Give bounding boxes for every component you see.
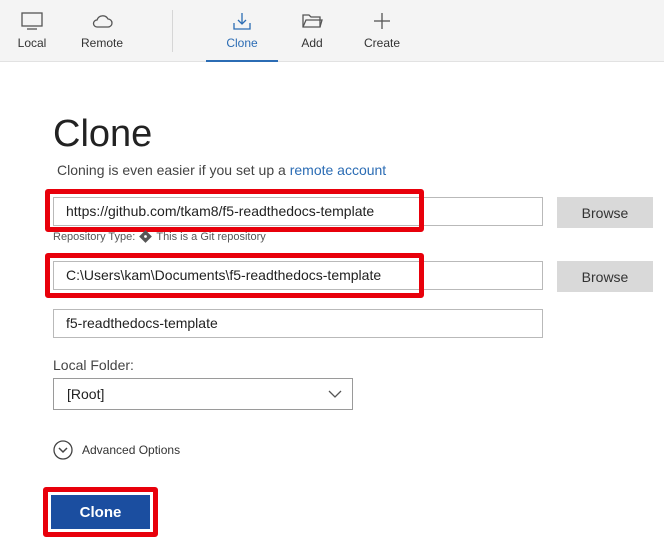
destination-path-field[interactable]: C:\Users\kam\Documents\f5-readthedocs-te… xyxy=(53,261,543,290)
tab-remote-label: Remote xyxy=(80,36,124,50)
tab-remote[interactable]: Remote xyxy=(70,0,134,62)
source-url-field[interactable]: https://github.com/tkam8/f5-readthedocs-… xyxy=(53,197,543,226)
cloud-icon xyxy=(92,15,113,28)
repo-type-value: This is a Git repository xyxy=(156,230,266,243)
chevron-circle-icon xyxy=(53,440,73,460)
tab-local[interactable]: Local xyxy=(0,0,64,62)
local-folder-label: Local Folder: xyxy=(53,357,134,373)
repository-type-hint: Repository Type: This is a Git repositor… xyxy=(53,230,266,243)
browse-destination-button[interactable]: Browse xyxy=(557,261,653,292)
tab-create-label: Create xyxy=(363,36,401,50)
advanced-options-toggle[interactable]: Advanced Options xyxy=(53,440,180,460)
page-subtitle: Cloning is even easier if you set up a r… xyxy=(57,162,386,178)
browse-source-button[interactable]: Browse xyxy=(557,197,653,228)
git-diamond-icon xyxy=(139,230,153,243)
tab-add[interactable]: Add xyxy=(280,0,344,62)
toolbar: Local Remote Clone Add Create xyxy=(0,0,664,62)
plus-icon xyxy=(374,13,390,29)
advanced-options-label: Advanced Options xyxy=(82,443,181,457)
name-field[interactable]: f5-readthedocs-template xyxy=(53,309,543,338)
page-title: Clone xyxy=(53,113,153,155)
toolbar-divider xyxy=(172,10,173,52)
tab-local-label: Local xyxy=(17,36,47,50)
tab-add-label: Add xyxy=(301,36,323,50)
folder-icon xyxy=(302,14,323,28)
tab-create[interactable]: Create xyxy=(350,0,414,62)
tab-clone[interactable]: Clone xyxy=(206,0,278,62)
local-folder-value: [Root] xyxy=(67,386,105,402)
subtitle-text: Cloning is even easier if you set up a xyxy=(57,162,290,178)
remote-account-link[interactable]: remote account xyxy=(290,162,387,178)
download-icon xyxy=(233,13,251,30)
clone-button[interactable]: Clone xyxy=(51,495,150,529)
monitor-icon xyxy=(21,12,43,30)
tab-clone-label: Clone xyxy=(226,36,258,50)
local-folder-select[interactable]: [Root] xyxy=(53,378,353,410)
chevron-down-icon xyxy=(328,390,342,398)
repo-type-label: Repository Type: xyxy=(53,230,136,243)
